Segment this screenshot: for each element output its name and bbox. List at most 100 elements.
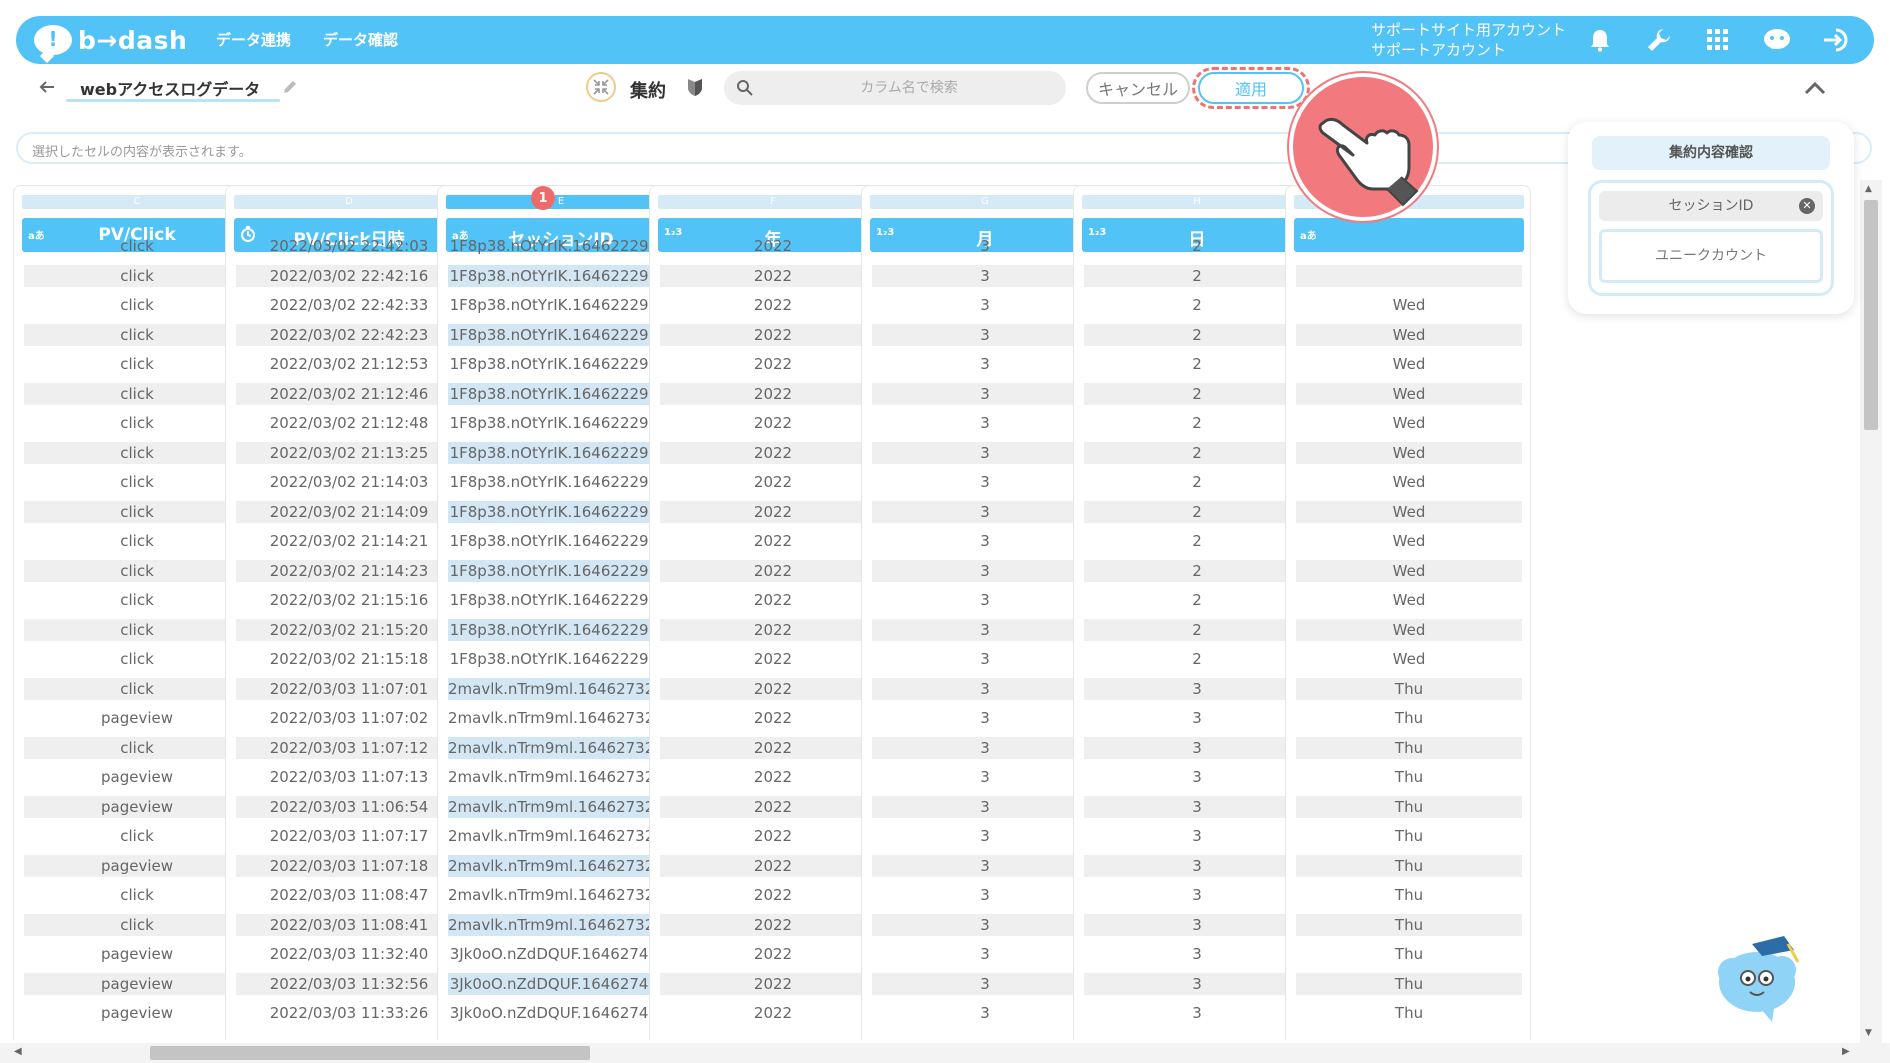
table-cell[interactable]: 2mavlk.nTrm9ml.164627321... bbox=[448, 854, 674, 877]
table-cell[interactable]: Thu bbox=[1296, 766, 1522, 788]
table-cell[interactable]: Wed bbox=[1296, 294, 1522, 316]
table-cell[interactable]: 3 bbox=[1084, 825, 1310, 847]
table-cell[interactable]: 3 bbox=[872, 648, 1098, 670]
nav-data-integration[interactable]: データ連携 bbox=[216, 29, 291, 50]
table-cell[interactable]: Thu bbox=[1296, 854, 1522, 877]
table-cell[interactable]: Thu bbox=[1296, 1002, 1522, 1024]
table-cell[interactable]: 2022/03/02 22:42:16 bbox=[236, 264, 462, 287]
table-cell[interactable]: 3 bbox=[1084, 795, 1310, 818]
column-1[interactable]: D PV/Click日時 2022/03/02 22:42:03 2022/03/02… bbox=[225, 185, 471, 1040]
table-cell[interactable]: 2022/03/02 21:14:23 bbox=[236, 559, 462, 582]
table-cell[interactable]: 2022 bbox=[660, 825, 886, 847]
table-cell[interactable]: 2 bbox=[1084, 412, 1310, 434]
table-cell[interactable]: click bbox=[24, 412, 250, 434]
table-cell[interactable]: 3Jk0oO.nZdDQUF.16462747... bbox=[448, 1002, 674, 1024]
table-cell[interactable]: 2022 bbox=[660, 972, 886, 995]
aggregation-method[interactable]: ユニークカウント bbox=[1599, 229, 1823, 283]
table-cell[interactable]: 3 bbox=[1084, 766, 1310, 788]
column-letter[interactable]: C bbox=[22, 195, 252, 209]
table-cell[interactable]: 3 bbox=[872, 264, 1098, 287]
chevron-up-icon[interactable] bbox=[1802, 78, 1828, 98]
table-cell[interactable]: click bbox=[24, 353, 250, 375]
table-cell[interactable]: 2022 bbox=[660, 323, 886, 346]
table-cell[interactable]: click bbox=[24, 235, 250, 257]
table-cell[interactable]: 3 bbox=[872, 825, 1098, 847]
table-cell[interactable]: 2022/03/03 11:07:17 bbox=[236, 825, 462, 847]
table-cell[interactable]: 1F8p38.nOtYrIK.164622298... bbox=[448, 323, 674, 346]
table-cell[interactable]: 2022 bbox=[660, 884, 886, 906]
table-cell[interactable]: Wed bbox=[1296, 441, 1522, 464]
table-cell[interactable]: click bbox=[24, 471, 250, 493]
table-cell[interactable]: 2022/03/03 11:07:02 bbox=[236, 707, 462, 729]
table-cell[interactable]: Thu bbox=[1296, 736, 1522, 759]
table-cell[interactable]: Thu bbox=[1296, 972, 1522, 995]
table-cell[interactable]: 2mavlk.nTrm9ml.164627321... bbox=[448, 766, 674, 788]
mascot-icon[interactable] bbox=[1712, 922, 1812, 1022]
column-6[interactable]: IaあWedWedWedWedWedWedWedWedWedWedWedWedW… bbox=[1285, 185, 1531, 1040]
table-cell[interactable]: click bbox=[24, 884, 250, 906]
table-cell[interactable]: pageview bbox=[24, 1002, 250, 1024]
table-cell[interactable]: Thu bbox=[1296, 884, 1522, 906]
table-cell[interactable]: 2022 bbox=[660, 441, 886, 464]
table-cell[interactable]: 2022 bbox=[660, 589, 886, 611]
column-letter[interactable]: F bbox=[658, 195, 888, 209]
scroll-up-icon[interactable]: ▲ bbox=[1865, 184, 1872, 194]
table-cell[interactable]: 2 bbox=[1084, 323, 1310, 346]
table-cell[interactable]: 2mavlk.nTrm9ml.164627321... bbox=[448, 884, 674, 906]
table-cell[interactable]: 2 bbox=[1084, 235, 1310, 257]
table-cell[interactable]: 2022 bbox=[660, 471, 886, 493]
horizontal-scroll-thumb[interactable] bbox=[150, 1046, 590, 1060]
table-cell[interactable]: 2022 bbox=[660, 795, 886, 818]
table-cell[interactable]: 2022/03/03 11:32:40 bbox=[236, 943, 462, 965]
table-cell[interactable]: 3 bbox=[872, 913, 1098, 936]
table-cell[interactable]: 3 bbox=[1084, 707, 1310, 729]
column-5[interactable]: H 1₂3 日 2 2 2 2 2 2 2 2 2 2 2 2 2 2 2 3 3 3 3 3 3 3 3 3 3 3 3 bbox=[1073, 185, 1319, 1040]
table-cell[interactable]: 2022 bbox=[660, 736, 886, 759]
table-cell[interactable]: Wed bbox=[1296, 471, 1522, 493]
table-cell[interactable]: pageview bbox=[24, 766, 250, 788]
table-cell[interactable]: 1F8p38.nOtYrIK.164622298... bbox=[448, 264, 674, 287]
table-cell[interactable]: 2022 bbox=[660, 913, 886, 936]
table-cell[interactable]: 3 bbox=[872, 235, 1098, 257]
table-cell[interactable]: 3 bbox=[872, 707, 1098, 729]
column-0[interactable]: Caあ PV/Click click click click click click clic… bbox=[13, 185, 259, 1040]
table-cell[interactable]: 2022/03/03 11:06:54 bbox=[236, 795, 462, 818]
table-cell[interactable]: 2022 bbox=[660, 766, 886, 788]
table-cell[interactable]: 3 bbox=[1084, 736, 1310, 759]
apps-grid-icon[interactable] bbox=[1702, 24, 1734, 56]
dataset-name[interactable]: webアクセスログデータ bbox=[80, 76, 260, 100]
table-cell[interactable]: 2 bbox=[1084, 441, 1310, 464]
column-2[interactable]: Eaあ セッションID 1F8p38.nOtYrIK.164622298... 1F8… bbox=[437, 185, 683, 1040]
table-cell[interactable]: 2022/03/02 21:14:03 bbox=[236, 471, 462, 493]
table-cell[interactable]: click bbox=[24, 382, 250, 405]
pencil-icon[interactable] bbox=[282, 79, 298, 95]
table-cell[interactable]: 2022 bbox=[660, 412, 886, 434]
table-cell[interactable]: 2022/03/03 11:33:26 bbox=[236, 1002, 462, 1024]
table-cell[interactable]: Thu bbox=[1296, 795, 1522, 818]
table-cell[interactable]: 3 bbox=[872, 530, 1098, 552]
table-cell[interactable]: 2 bbox=[1084, 382, 1310, 405]
table-cell[interactable]: 3 bbox=[872, 854, 1098, 877]
table-cell[interactable]: 3 bbox=[872, 382, 1098, 405]
table-cell[interactable]: 3 bbox=[872, 294, 1098, 316]
table-cell[interactable]: 2 bbox=[1084, 618, 1310, 641]
table-cell[interactable]: click bbox=[24, 648, 250, 670]
table-cell[interactable]: 2022 bbox=[660, 1002, 886, 1024]
table-cell[interactable]: Thu bbox=[1296, 707, 1522, 729]
table-cell[interactable]: 2022/03/03 11:08:47 bbox=[236, 884, 462, 906]
scroll-down-icon[interactable]: ▼ bbox=[1865, 1028, 1872, 1038]
table-cell[interactable]: 3 bbox=[1084, 1002, 1310, 1024]
table-cell[interactable]: 3 bbox=[872, 559, 1098, 582]
table-cell[interactable]: 1F8p38.nOtYrIK.164622298... bbox=[448, 500, 674, 523]
table-cell[interactable]: 3 bbox=[872, 618, 1098, 641]
table-cell[interactable]: 3 bbox=[1084, 913, 1310, 936]
table-cell[interactable]: Wed bbox=[1296, 353, 1522, 375]
table-cell[interactable]: 2022 bbox=[660, 264, 886, 287]
table-cell[interactable]: 2022/03/02 21:12:48 bbox=[236, 412, 462, 434]
column-letter[interactable]: G bbox=[870, 195, 1100, 209]
table-cell[interactable]: 3 bbox=[872, 795, 1098, 818]
table-cell[interactable]: 3 bbox=[1084, 943, 1310, 965]
table-cell[interactable]: 2022/03/02 21:15:18 bbox=[236, 648, 462, 670]
table-cell[interactable]: 3 bbox=[872, 884, 1098, 906]
table-cell[interactable]: Thu bbox=[1296, 677, 1522, 700]
